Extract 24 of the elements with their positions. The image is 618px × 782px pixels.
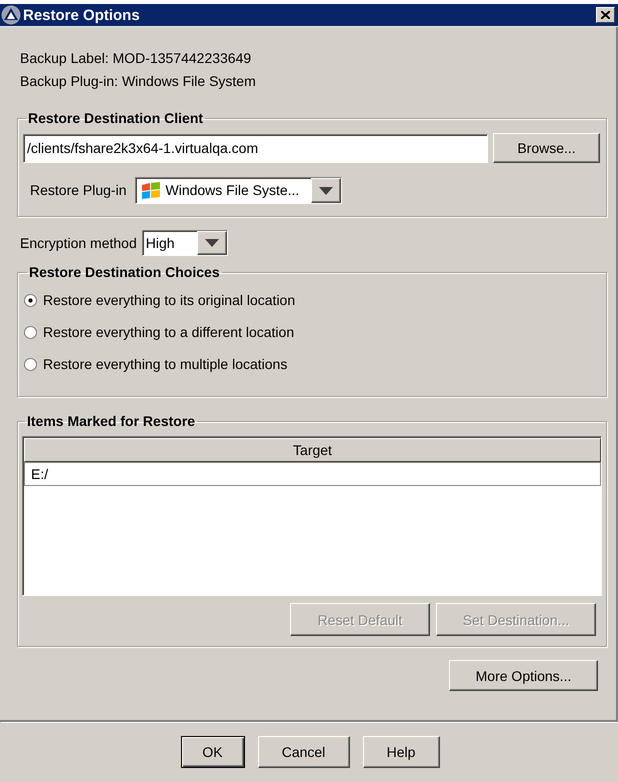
- backup-info-text: Backup Label: MOD-1357442233649: [20, 49, 252, 68]
- ok-button[interactable]: OK: [180, 736, 244, 768]
- help-button[interactable]: Help: [362, 736, 440, 768]
- backup-info-text: Backup Plug-in: Windows File System: [20, 72, 256, 91]
- radio-option[interactable]: Restore everything to multiple locations: [24, 353, 288, 375]
- encryption-label: Encryption method: [20, 234, 137, 253]
- cancel-button[interactable]: Cancel: [258, 736, 350, 768]
- encryption-dropdown[interactable]: High: [142, 230, 228, 256]
- close-icon: [601, 11, 610, 19]
- close-button[interactable]: [596, 7, 615, 23]
- more-options-button[interactable]: More Options...: [449, 660, 598, 691]
- column-header[interactable]: Target: [24, 438, 601, 462]
- plugin-dropdown[interactable]: Windows File Syste...: [134, 177, 342, 204]
- window-title: Restore Options: [23, 8, 140, 22]
- radio-option[interactable]: Restore everything to a different location: [24, 321, 294, 343]
- radio-option[interactable]: Restore everything to its original location: [24, 289, 296, 311]
- table-cell[interactable]: E:/: [24, 462, 601, 486]
- group-title: Items Marked for Restore: [26, 413, 196, 429]
- four-color-flag-icon: [140, 182, 160, 200]
- plugin-label: Restore Plug-in: [30, 181, 126, 200]
- group-title: Restore Destination Choices: [28, 264, 221, 280]
- group-title: Restore Destination Client: [27, 110, 204, 126]
- client-path-field[interactable]: /clients/fshare2k3x64-1.virtualqa.com: [23, 134, 488, 162]
- browse-button[interactable]: Browse...: [493, 133, 600, 163]
